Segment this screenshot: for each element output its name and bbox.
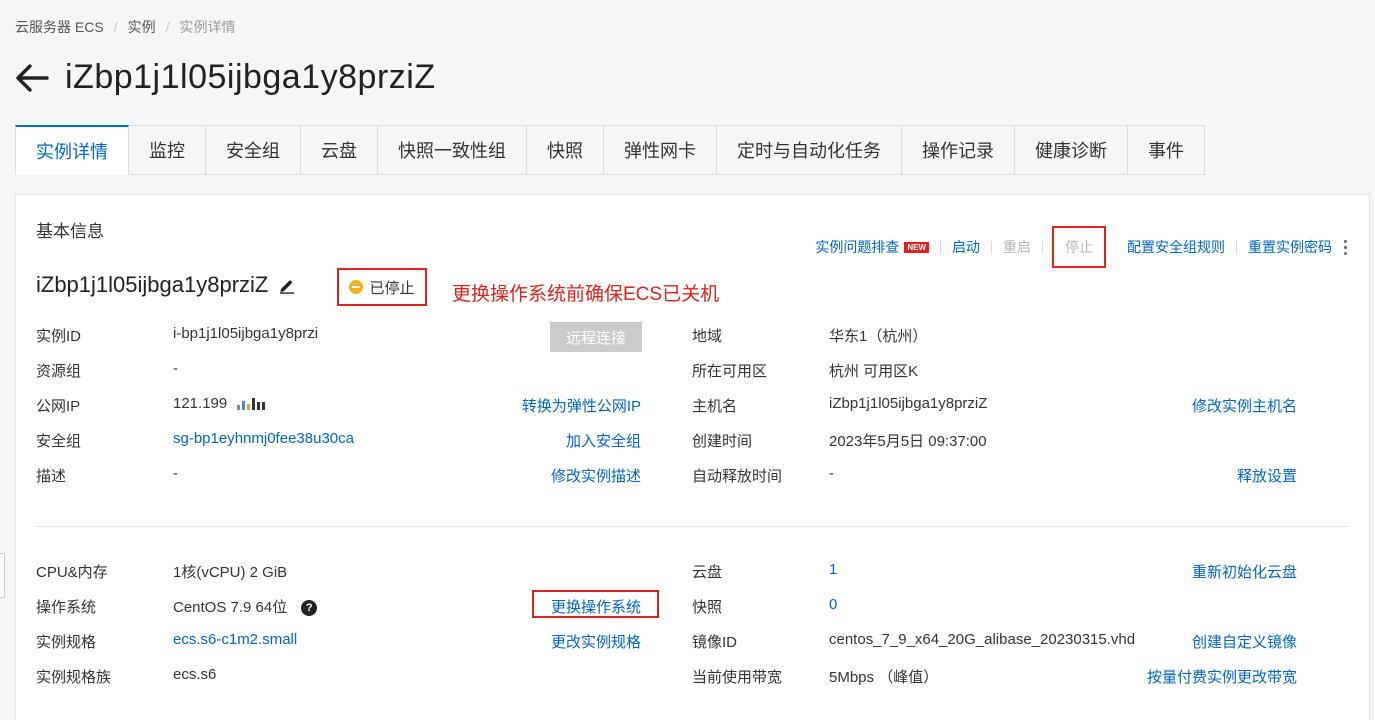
value-bandwidth: 5Mbps （峰值） xyxy=(829,669,939,686)
tab-monitoring[interactable]: 监控 xyxy=(129,125,206,175)
breadcrumb: 云服务器 ECS / 实例 / 实例详情 xyxy=(15,17,235,37)
stopped-status-icon xyxy=(349,280,364,294)
os-text: CentOS 7.9 64位 xyxy=(173,599,288,616)
create-custom-image-link[interactable]: 创建自定义镜像 xyxy=(1192,631,1297,652)
stop-highlight-box: 停止 xyxy=(1052,226,1106,268)
change-os-link[interactable]: 更换操作系统 xyxy=(551,596,641,617)
action-bar: 实例问题排查 NEW 启动 重启 停止 配置安全组规则 重置实例密码 xyxy=(815,226,1347,268)
join-security-group-link[interactable]: 加入安全组 xyxy=(566,430,641,451)
section-divider xyxy=(36,526,1349,527)
back-arrow-icon[interactable] xyxy=(15,63,49,93)
tab-operation-logs[interactable]: 操作记录 xyxy=(902,125,1015,175)
reinit-disk-link[interactable]: 重新初始化云盘 xyxy=(1192,561,1297,582)
title-row: iZbp1j1l05ijbga1y8prziZ xyxy=(15,58,436,97)
modify-hostname-link[interactable]: 修改实例主机名 xyxy=(1192,395,1297,416)
tab-scheduled-tasks[interactable]: 定时与自动化任务 xyxy=(717,125,902,175)
breadcrumb-ecs[interactable]: 云服务器 ECS xyxy=(15,17,104,37)
label-region: 地域 xyxy=(692,328,723,345)
instance-type-link[interactable]: ecs.s6-c1m2.small xyxy=(173,631,297,648)
section-title: 基本信息 xyxy=(36,222,104,241)
value-instance-id: i-bp1j1l05ijbga1y8przi xyxy=(173,325,319,342)
help-question-icon[interactable]: ? xyxy=(301,600,318,617)
status-text: 已停止 xyxy=(369,279,415,297)
value-auto-release: - xyxy=(829,465,834,482)
value-cpu-memory: 1核(vCPU) 2 GiB xyxy=(173,564,288,581)
modify-description-link[interactable]: 修改实例描述 xyxy=(551,465,641,486)
basic-info-panel: 基本信息 实例问题排查 NEW 启动 重启 停止 配置安全组规则 重置实例密码 i… xyxy=(15,194,1370,720)
breadcrumb-current: 实例详情 xyxy=(179,19,236,35)
value-created-time: 2023年5月5日 09:37:00 xyxy=(829,433,987,450)
label-cpu-memory: CPU&内存 xyxy=(36,564,108,581)
label-hostname: 主机名 xyxy=(692,398,738,415)
label-description: 描述 xyxy=(36,468,67,485)
label-public-ip: 公网IP xyxy=(36,398,81,415)
tab-health-diagnosis[interactable]: 健康诊断 xyxy=(1015,125,1128,175)
label-disks: 云盘 xyxy=(692,564,723,581)
tab-bar: 实例详情 监控 安全组 云盘 快照一致性组 快照 弹性网卡 定时与自动化任务 操… xyxy=(15,125,1205,175)
value-region: 华东1（杭州） xyxy=(829,328,928,345)
troubleshoot-link[interactable]: 实例问题排查 NEW xyxy=(815,237,929,257)
breadcrumb-separator: / xyxy=(113,19,118,35)
tab-disks[interactable]: 云盘 xyxy=(301,125,378,175)
tab-snapshots[interactable]: 快照 xyxy=(527,125,604,175)
value-instance-family: ecs.s6 xyxy=(173,666,217,683)
side-collapse-handle[interactable] xyxy=(0,553,5,598)
breadcrumb-separator: / xyxy=(165,19,170,35)
tab-events[interactable]: 事件 xyxy=(1128,125,1205,175)
masked-ip-icon xyxy=(237,398,266,411)
value-zone: 杭州 可用区K xyxy=(829,363,919,380)
page-title: iZbp1j1l05ijbga1y8prziZ xyxy=(65,58,436,96)
label-instance-family: 实例规格族 xyxy=(36,669,112,686)
label-os: 操作系统 xyxy=(36,599,97,616)
new-badge: NEW xyxy=(904,241,929,253)
convert-eip-link[interactable]: 转换为弹性公网IP xyxy=(522,395,641,416)
security-group-link[interactable]: sg-bp1eyhnmj0fee38u30ca xyxy=(173,430,354,447)
action-divider xyxy=(1042,240,1043,254)
stop-button[interactable]: 停止 xyxy=(1065,237,1093,257)
more-vertical-icon[interactable] xyxy=(1344,239,1347,255)
value-public-ip: 121.199 xyxy=(173,395,266,412)
tab-snapshot-consistency-groups[interactable]: 快照一致性组 xyxy=(378,125,527,175)
disks-count-link[interactable]: 1 xyxy=(829,561,837,578)
label-bandwidth: 当前使用带宽 xyxy=(692,669,783,686)
change-instance-type-link[interactable]: 更改实例规格 xyxy=(551,631,641,652)
label-auto-release: 自动释放时间 xyxy=(692,468,783,485)
action-divider xyxy=(940,240,941,254)
tab-enis[interactable]: 弹性网卡 xyxy=(604,125,717,175)
reset-password-link[interactable]: 重置实例密码 xyxy=(1248,237,1332,257)
snapshots-count-link[interactable]: 0 xyxy=(829,596,837,613)
remote-connect-button[interactable]: 远程连接 xyxy=(550,322,642,352)
tab-instance-details[interactable]: 实例详情 xyxy=(15,125,129,175)
label-zone: 所在可用区 xyxy=(692,363,768,380)
release-settings-link[interactable]: 释放设置 xyxy=(1237,465,1297,486)
value-image-id: centos_7_9_x64_20G_alibase_20230315.vhd xyxy=(829,631,1136,648)
label-image-id: 镜像ID xyxy=(692,634,738,651)
tab-security-groups[interactable]: 安全组 xyxy=(206,125,301,175)
value-hostname: iZbp1j1l05ijbga1y8prziZ xyxy=(829,395,988,412)
config-security-group-rules-link[interactable]: 配置安全组规则 xyxy=(1127,237,1225,257)
action-divider xyxy=(991,240,992,254)
label-snapshots: 快照 xyxy=(692,599,723,616)
label-resource-group: 资源组 xyxy=(36,363,82,380)
instance-name-text: iZbp1j1l05ijbga1y8prziZ xyxy=(36,272,269,297)
label-instance-id: 实例ID xyxy=(36,328,82,345)
instance-name: iZbp1j1l05ijbga1y8prziZ xyxy=(36,272,296,298)
breadcrumb-instances[interactable]: 实例 xyxy=(128,17,156,37)
troubleshoot-label: 实例问题排查 xyxy=(815,239,900,255)
annotation-note: 更换操作系统前确保ECS已关机 xyxy=(452,284,720,305)
value-resource-group: - xyxy=(173,360,178,377)
value-os: CentOS 7.9 64位? xyxy=(173,596,318,617)
restart-button[interactable]: 重启 xyxy=(1003,237,1031,257)
label-instance-type: 实例规格 xyxy=(36,634,97,651)
label-created-time: 创建时间 xyxy=(692,433,753,450)
edit-pencil-icon[interactable] xyxy=(278,276,296,294)
public-ip-text: 121.199 xyxy=(173,395,228,412)
status-badge: 已停止 xyxy=(337,268,427,306)
label-security-group: 安全组 xyxy=(36,433,82,450)
start-button[interactable]: 启动 xyxy=(952,237,980,257)
value-description: - xyxy=(173,465,178,482)
change-bandwidth-link[interactable]: 按量付费实例更改带宽 xyxy=(1147,666,1297,687)
action-divider xyxy=(1236,240,1237,254)
